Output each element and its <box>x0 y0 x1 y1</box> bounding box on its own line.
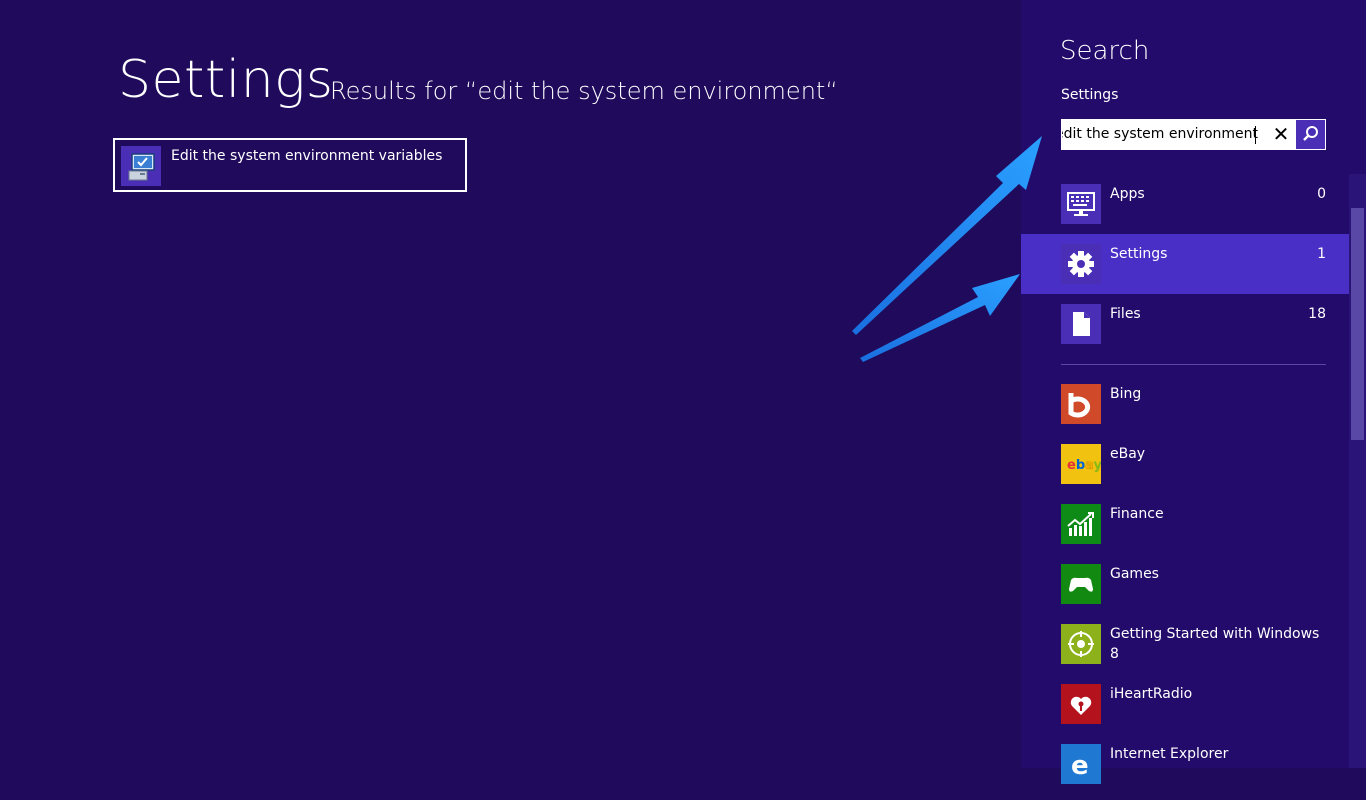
page-title: Settings <box>118 50 334 110</box>
app-item-iheartradio[interactable]: iHeartRadio <box>1021 680 1350 740</box>
close-icon: ✕ <box>1272 122 1290 146</box>
search-icon <box>1303 126 1318 141</box>
app-label: eBay <box>1110 446 1146 462</box>
finance-icon <box>1061 504 1101 544</box>
search-pane-title: Search <box>1060 36 1150 66</box>
category-label: Files <box>1110 306 1141 322</box>
app-label: Games <box>1110 566 1159 582</box>
search-pane-scrollbar[interactable] <box>1349 174 1366 768</box>
games-icon <box>1061 564 1101 604</box>
svg-text:e: e <box>1071 751 1089 781</box>
app-label: Internet Explorer <box>1110 746 1229 762</box>
results-subtitle: Results for “edit the system environment… <box>330 77 838 105</box>
system-properties-icon <box>121 146 161 186</box>
app-item-games[interactable]: Games <box>1021 560 1350 620</box>
iheartradio-icon <box>1061 684 1101 724</box>
result-item-label: Edit the system environment variables <box>171 148 443 164</box>
file-icon <box>1061 304 1101 344</box>
apps-keyboard-icon <box>1061 184 1101 224</box>
arrow-to-settings-category <box>860 274 1020 362</box>
app-item-internet-explorer[interactable]: e Internet Explorer <box>1021 740 1350 800</box>
gear-icon <box>1061 244 1101 284</box>
bing-icon <box>1061 384 1101 424</box>
app-label: Getting Started with Windows 8 <box>1110 626 1320 662</box>
scrollbar-thumb[interactable] <box>1351 208 1364 440</box>
search-input[interactable]: edit the system environment <box>1062 120 1258 149</box>
search-input-text: edit the system environment <box>1062 126 1258 142</box>
divider <box>1061 364 1326 365</box>
category-count: 0 <box>1317 186 1326 202</box>
search-category-apps[interactable]: Apps 0 <box>1021 174 1350 234</box>
search-pane: Search Settings edit the system environm… <box>1021 0 1366 784</box>
search-category-files[interactable]: Files 18 <box>1021 294 1350 354</box>
search-category-settings[interactable]: Settings 1 <box>1021 234 1350 294</box>
search-submit-button[interactable] <box>1296 120 1325 149</box>
result-item-edit-environment-variables[interactable]: Edit the system environment variables <box>113 138 467 192</box>
ebay-icon: ebay <box>1061 444 1103 484</box>
category-count: 18 <box>1308 306 1326 322</box>
search-scope-label[interactable]: Settings <box>1061 85 1118 105</box>
app-label: iHeartRadio <box>1110 686 1193 702</box>
app-item-ebay[interactable]: ebay eBay <box>1021 440 1350 500</box>
app-label: Bing <box>1110 386 1142 402</box>
category-count: 1 <box>1317 246 1326 262</box>
svg-text:ebay: ebay <box>1067 458 1101 473</box>
app-item-finance[interactable]: Finance <box>1021 500 1350 560</box>
app-item-getting-started[interactable]: Getting Started with Windows 8 <box>1021 620 1350 680</box>
category-label: Apps <box>1110 186 1145 202</box>
search-box[interactable]: edit the system environment ✕ <box>1061 119 1326 150</box>
compass-icon <box>1061 624 1101 664</box>
clear-search-button[interactable]: ✕ <box>1267 120 1295 149</box>
text-caret <box>1255 126 1256 144</box>
category-label: Settings <box>1110 246 1168 262</box>
app-label: Finance <box>1110 506 1164 522</box>
internet-explorer-icon: e <box>1061 744 1101 784</box>
arrow-to-search-box <box>852 136 1042 335</box>
app-item-bing[interactable]: Bing <box>1021 380 1350 440</box>
